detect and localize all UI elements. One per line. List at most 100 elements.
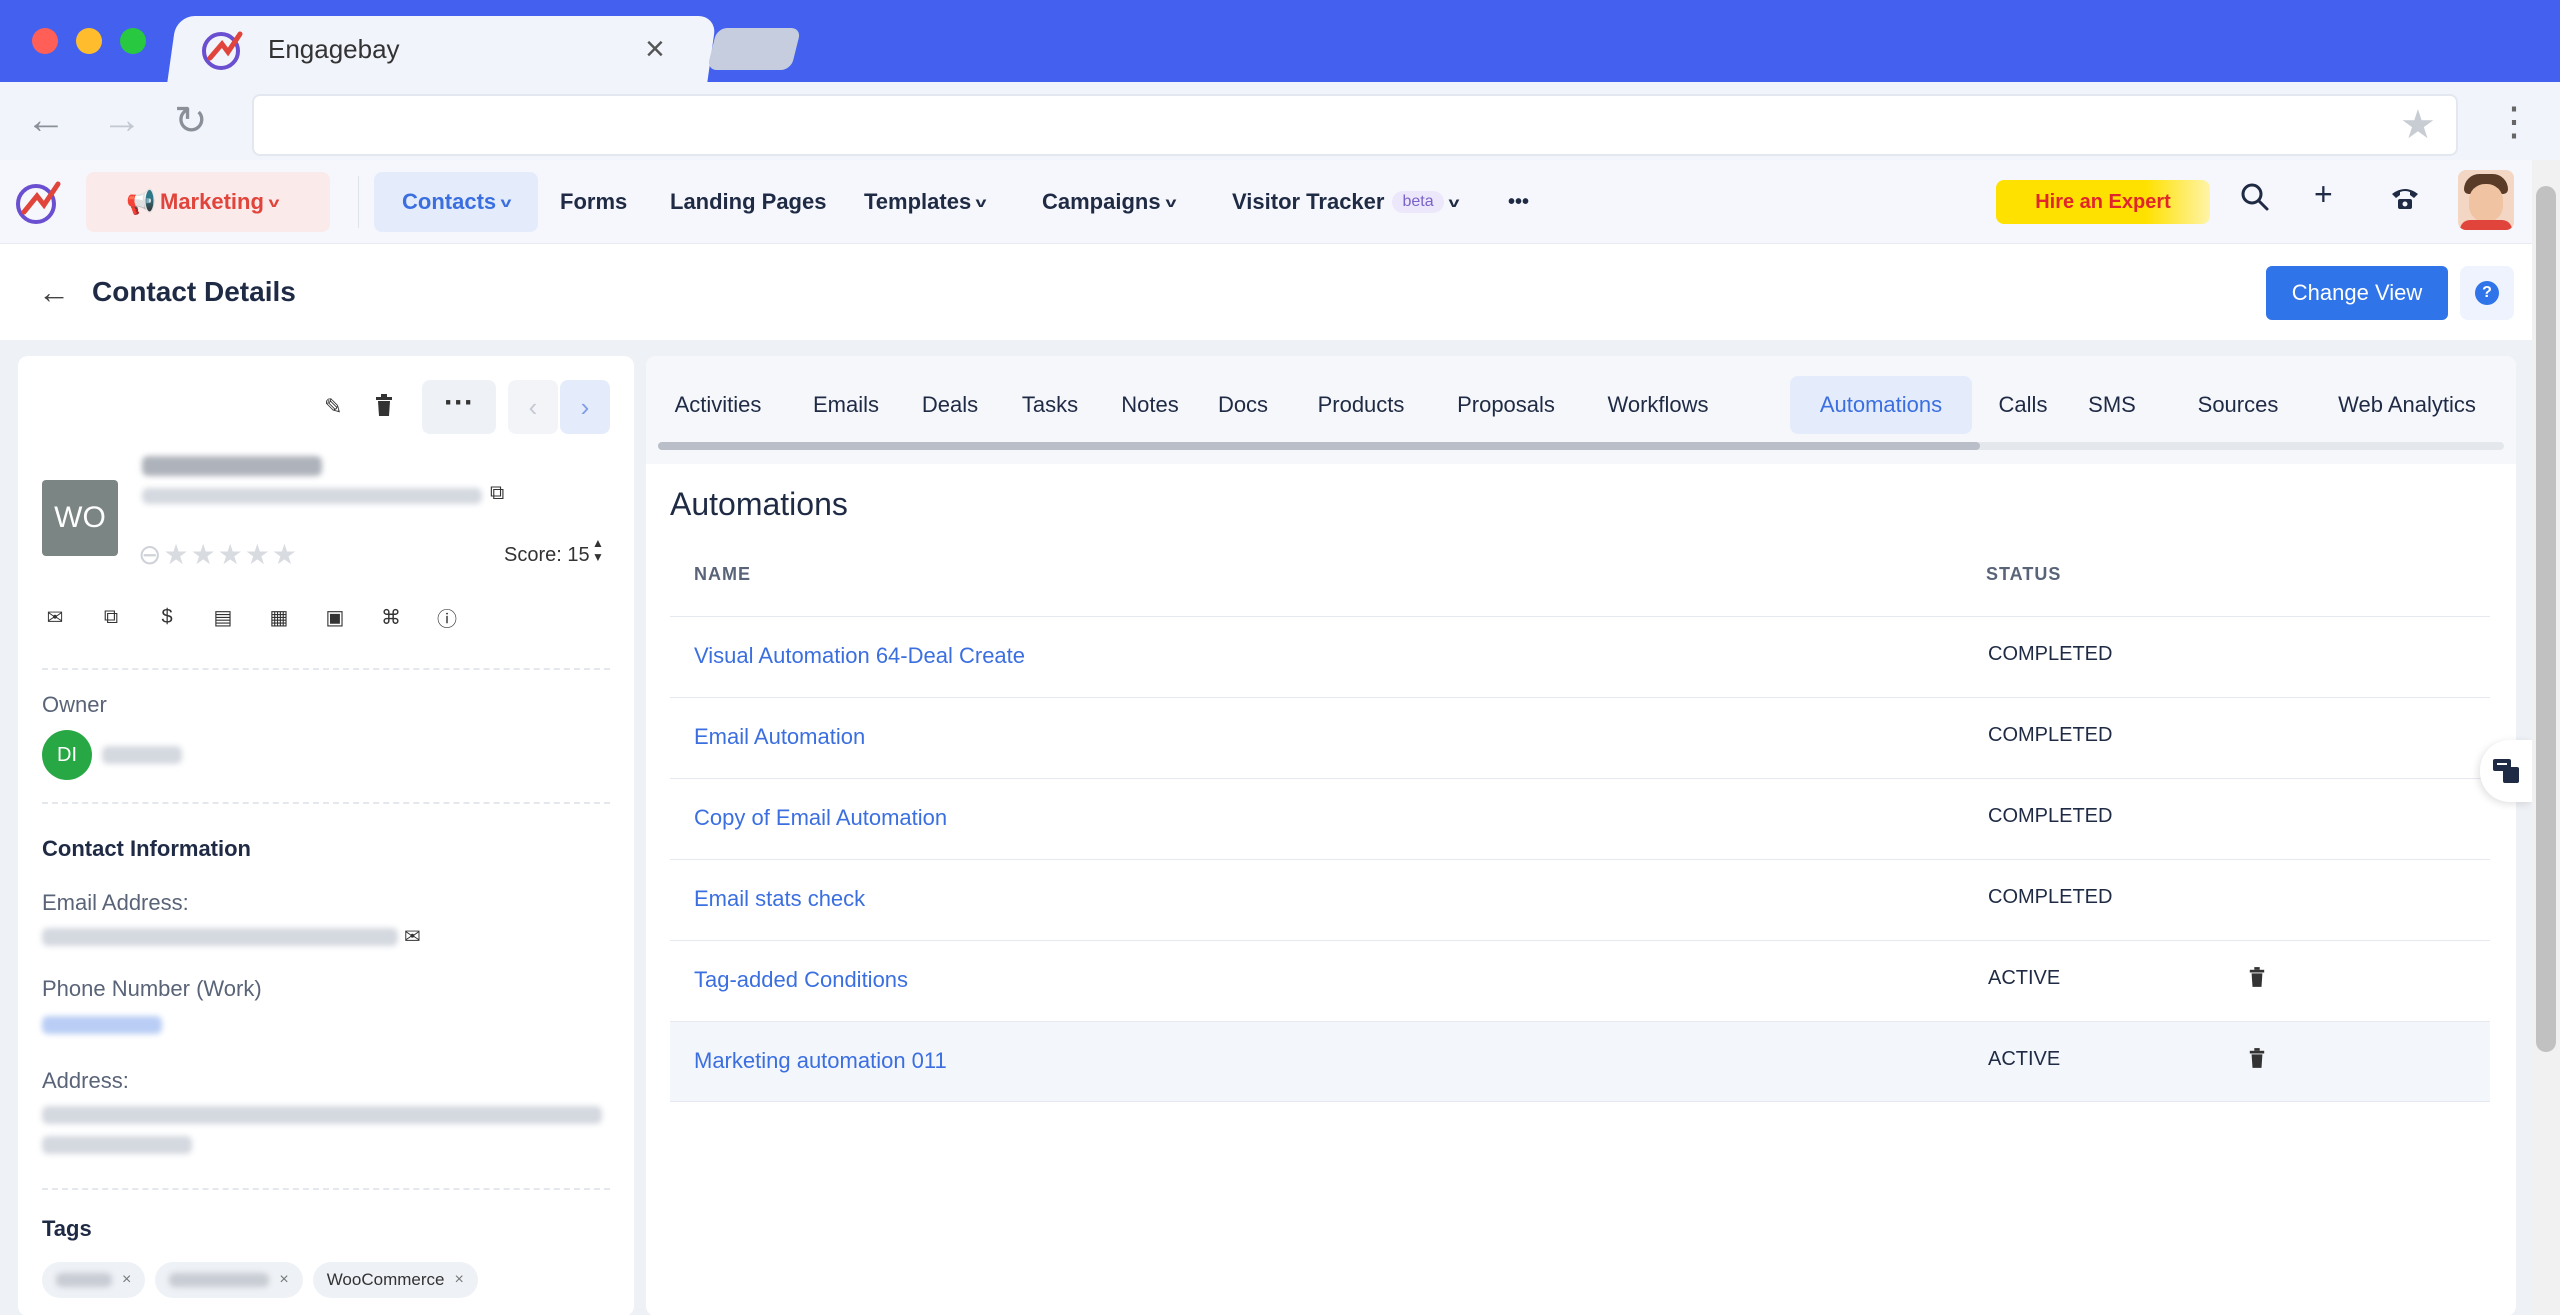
edit-pencil-icon[interactable]: ✎ (324, 394, 342, 420)
automation-name-link[interactable]: Email stats check (694, 886, 865, 912)
email-address-redacted (42, 928, 398, 946)
browser-titlebar: Engagebay × (0, 0, 2560, 82)
automation-name-link[interactable]: Copy of Email Automation (694, 805, 947, 831)
table-row: Email Automation COMPLETED (670, 697, 2490, 778)
next-contact-button[interactable]: › (560, 380, 610, 434)
tab-automations[interactable]: Automations (1790, 376, 1972, 434)
delete-trash-icon[interactable] (2248, 967, 2266, 993)
tab-proposals[interactable]: Proposals (1442, 376, 1570, 434)
minimize-window-button[interactable] (76, 28, 102, 54)
remove-tag-icon[interactable]: × (454, 1271, 463, 1289)
tag-chip[interactable]: × (155, 1262, 303, 1298)
nav-landing-pages[interactable]: Landing Pages (670, 172, 826, 232)
nav-templates[interactable]: Templates v (864, 172, 987, 232)
nav-campaigns-label: Campaigns (1042, 189, 1161, 214)
nav-campaigns[interactable]: Campaigns v (1042, 172, 1176, 232)
tag-chip[interactable]: × (42, 1262, 146, 1298)
header-divider (358, 176, 359, 228)
search-icon[interactable] (2240, 182, 2270, 217)
browser-menu-icon[interactable]: ⋮ (2494, 102, 2534, 142)
deal-icon[interactable]: ⧉ (98, 604, 124, 630)
nav-visitor-tracker[interactable]: Visitor Tracker beta v (1232, 172, 1459, 232)
close-window-button[interactable] (32, 28, 58, 54)
tab-sources[interactable]: Sources (2180, 376, 2296, 434)
page-scrollbar-thumb[interactable] (2536, 186, 2556, 1052)
address-label: Address: (42, 1068, 129, 1093)
automation-name-link[interactable]: Tag-added Conditions (694, 967, 908, 993)
page-header: ← Contact Details Change View ? (0, 244, 2532, 340)
address-bar-input[interactable] (252, 94, 2458, 156)
calendar-icon[interactable]: ▣ (322, 604, 348, 630)
delete-trash-icon[interactable] (374, 394, 394, 422)
address-line-2-redacted (42, 1136, 192, 1154)
table-row: Tag-added Conditions ACTIVE (670, 940, 2490, 1021)
more-options-button[interactable]: ··· (422, 380, 496, 434)
tab-web-analytics[interactable]: Web Analytics (2312, 376, 2502, 434)
tab-products[interactable]: Products (1302, 376, 1420, 434)
copy-icon[interactable]: ⧉ (490, 482, 504, 505)
tab-sms[interactable]: SMS (2080, 376, 2144, 434)
delete-trash-icon[interactable] (2248, 1048, 2266, 1074)
tabs-scrollbar-thumb[interactable] (658, 442, 1980, 450)
app-header: 📢 Marketing v Contacts v Forms Landing P… (0, 160, 2532, 244)
tab-tasks[interactable]: Tasks (1008, 376, 1092, 434)
chevron-down-icon: v (268, 194, 280, 210)
nav-forms-label: Forms (560, 189, 628, 214)
nav-forms[interactable]: Forms (560, 172, 627, 232)
chevron-down-icon: v (1448, 194, 1459, 210)
nav-more-button[interactable]: ••• (1508, 172, 1529, 232)
email-icon[interactable]: ✉ (42, 604, 68, 630)
tab-workflows[interactable]: Workflows (1592, 376, 1724, 434)
note-icon[interactable]: ▦ (266, 604, 292, 630)
reload-icon[interactable]: ↻ (174, 98, 208, 144)
tab-notes[interactable]: Notes (1108, 376, 1192, 434)
close-tab-icon[interactable]: × (645, 30, 665, 69)
remove-tag-icon[interactable]: × (122, 1271, 131, 1289)
phone-icon[interactable] (2390, 184, 2420, 217)
forward-arrow-icon[interactable]: → (102, 98, 142, 143)
tag-chip[interactable]: WooCommerce × (312, 1262, 478, 1298)
help-button[interactable]: ? (2460, 266, 2514, 320)
engagebay-logo-icon[interactable] (14, 176, 64, 226)
tags-list: × × WooCommerce × (42, 1262, 478, 1298)
tab-deals[interactable]: Deals (908, 376, 992, 434)
chevron-down-icon: v (975, 194, 987, 210)
hire-expert-button[interactable]: Hire an Expert (1996, 180, 2210, 224)
automation-name-link[interactable]: Email Automation (694, 724, 865, 750)
add-icon[interactable]: + (2314, 178, 2333, 210)
automation-name-link[interactable]: Visual Automation 64-Deal Create (694, 643, 1025, 669)
megaphone-icon: 📢 (126, 189, 156, 216)
new-tab-button[interactable] (706, 28, 802, 70)
tab-activities[interactable]: Activities (658, 376, 778, 434)
back-arrow-icon[interactable]: ← (26, 98, 66, 143)
document-icon[interactable]: ▤ (210, 604, 236, 630)
tab-emails[interactable]: Emails (798, 376, 894, 434)
details-tabs: Activities Emails Deals Tasks Notes Docs… (646, 356, 2516, 464)
rating-stars[interactable]: ⊖★★★★★ (138, 538, 299, 571)
marketing-module-dropdown[interactable]: 📢 Marketing v (86, 172, 330, 232)
browser-tab-title: Engagebay (268, 33, 400, 64)
tab-calls[interactable]: Calls (1988, 376, 2058, 434)
details-panel: Activities Emails Deals Tasks Notes Docs… (646, 356, 2516, 1315)
score-stepper[interactable]: ▲ ▼ (592, 536, 604, 564)
back-arrow-icon[interactable]: ← (38, 274, 70, 311)
automation-status: ACTIVE (1988, 1048, 2061, 1070)
owner-label: Owner (42, 692, 107, 717)
nav-contacts[interactable]: Contacts v (374, 172, 538, 232)
send-email-icon[interactable]: ✉ (404, 924, 421, 949)
phone-number-redacted[interactable] (42, 1016, 162, 1034)
automation-name-link[interactable]: Marketing automation 011 (694, 1048, 947, 1074)
info-icon[interactable]: ⓘ (434, 604, 460, 631)
change-view-button[interactable]: Change View (2266, 266, 2448, 320)
bookmark-star-icon[interactable]: ★ (2400, 102, 2436, 148)
tab-docs[interactable]: Docs (1208, 376, 1278, 434)
maximize-window-button[interactable] (120, 28, 146, 54)
dollar-icon[interactable]: $ (154, 604, 180, 630)
chat-widget-icon[interactable] (2480, 740, 2532, 802)
remove-tag-icon[interactable]: × (279, 1271, 288, 1289)
user-avatar[interactable] (2458, 170, 2514, 230)
previous-contact-button[interactable]: ‹ (508, 380, 558, 434)
ticket-icon[interactable]: ⌘ (378, 604, 404, 630)
page-title: Contact Details (92, 276, 296, 307)
column-header-name: NAME (694, 564, 751, 584)
